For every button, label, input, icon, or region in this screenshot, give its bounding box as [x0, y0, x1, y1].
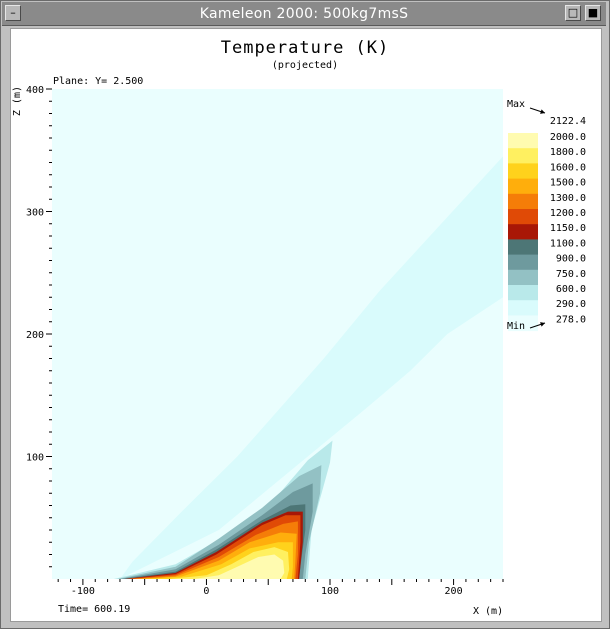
x-tick-label: 0 — [203, 586, 209, 597]
legend-level-label: 1300.0 — [550, 193, 586, 204]
legend-swatch — [508, 224, 538, 240]
legend-swatch — [508, 133, 538, 149]
legend-swatch — [508, 193, 538, 210]
legend-level-label: 1100.0 — [550, 238, 586, 249]
legend-level-label: 1800.0 — [550, 147, 586, 158]
x-tick-label: -100 — [71, 586, 95, 597]
legend-level-label: 600.0 — [556, 284, 586, 295]
legend-swatch — [508, 300, 538, 316]
legend-level-label: 2000.0 — [550, 132, 586, 143]
legend-level-label: 900.0 — [556, 254, 586, 265]
legend-swatch — [508, 239, 538, 256]
legend-level-label: 278.0 — [556, 314, 586, 325]
temperature-contour-plot: -100 0 100 200 100 200 300 400 2000.0 1800.0 1600… — [26, 85, 586, 597]
legend-level-label: 1200.0 — [550, 208, 586, 219]
legend-level-label: 750.0 — [556, 269, 586, 280]
legend-swatch — [508, 269, 538, 286]
x-tick-label: 100 — [321, 586, 339, 597]
legend-level-label: 1150.0 — [550, 223, 586, 234]
color-legend: 2000.0 1800.0 1600.0 1500.0 1300.0 1200.0 1150… — [507, 99, 586, 332]
legend-level-label: 290.0 — [556, 299, 586, 310]
legend-level-label: 1500.0 — [550, 178, 586, 189]
legend-swatch — [508, 163, 538, 180]
y-tick-label: 400 — [26, 85, 44, 96]
x-tick-label: 200 — [445, 586, 463, 597]
legend-swatch — [508, 209, 538, 225]
y-tick-label: 100 — [26, 453, 44, 464]
legend-min-label: Min — [507, 321, 525, 332]
legend-max-value: 2122.4 — [550, 116, 586, 127]
legend-max-label: Max — [507, 99, 525, 110]
legend-swatch — [508, 285, 538, 301]
legend-swatch — [508, 254, 538, 271]
y-tick-label: 200 — [26, 330, 44, 341]
legend-swatch — [508, 178, 538, 195]
y-tick-label: 300 — [26, 208, 44, 219]
legend-level-label: 1600.0 — [550, 162, 586, 173]
legend-swatch — [508, 148, 538, 164]
